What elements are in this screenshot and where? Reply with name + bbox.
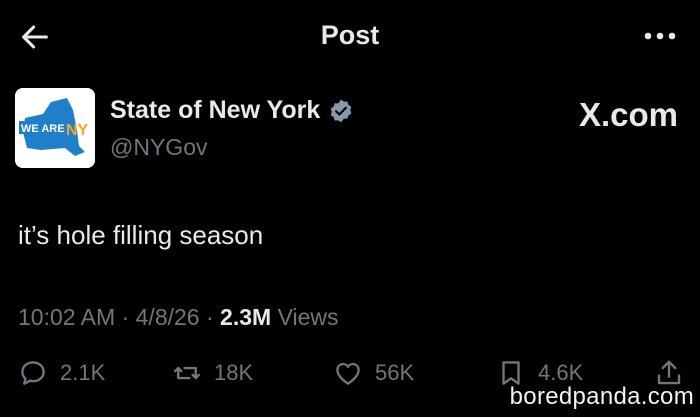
avatar[interactable]: WE ARE NY [15, 88, 95, 168]
repost-count: 18K [214, 360, 254, 385]
verified-badge-icon [330, 99, 352, 122]
author-handle[interactable]: @NYGov [110, 134, 207, 161]
top-bar: Post [0, 0, 700, 72]
post-meta: 10:02 AM · 4/8/26 · 2.3M Views [18, 304, 339, 331]
reply-button[interactable]: 2.1K [18, 358, 105, 388]
more-horizontal-icon [644, 32, 676, 40]
avatar-text-ny: NY [66, 122, 89, 139]
repost-icon [173, 366, 201, 380]
repost-button[interactable]: 18K [172, 358, 253, 388]
page-title: Post [320, 20, 380, 50]
reply-icon [21, 361, 45, 385]
meta-separator: · [121, 304, 130, 330]
like-button[interactable]: 56K [333, 358, 414, 388]
meta-separator: · [205, 304, 214, 330]
reply-count: 2.1K [60, 360, 106, 385]
views-count: 2.3M [220, 304, 272, 330]
ny-state-logo: WE ARE NY [15, 88, 95, 168]
views-label: Views [277, 304, 339, 330]
post-date[interactable]: 4/8/26 [136, 304, 200, 330]
post-text: it’s hole filling season [18, 220, 264, 250]
avatar-text-we-are: WE ARE [21, 123, 65, 135]
author-name-row[interactable]: State of New York [110, 96, 354, 125]
like-count: 56K [375, 360, 415, 385]
post-time[interactable]: 10:02 AM [18, 304, 115, 330]
brand-label: X.com [578, 96, 678, 133]
watermark: boredpanda.com [509, 383, 694, 410]
more-button[interactable] [640, 22, 680, 50]
author-name[interactable]: State of New York [110, 96, 320, 125]
heart-icon [336, 362, 360, 385]
